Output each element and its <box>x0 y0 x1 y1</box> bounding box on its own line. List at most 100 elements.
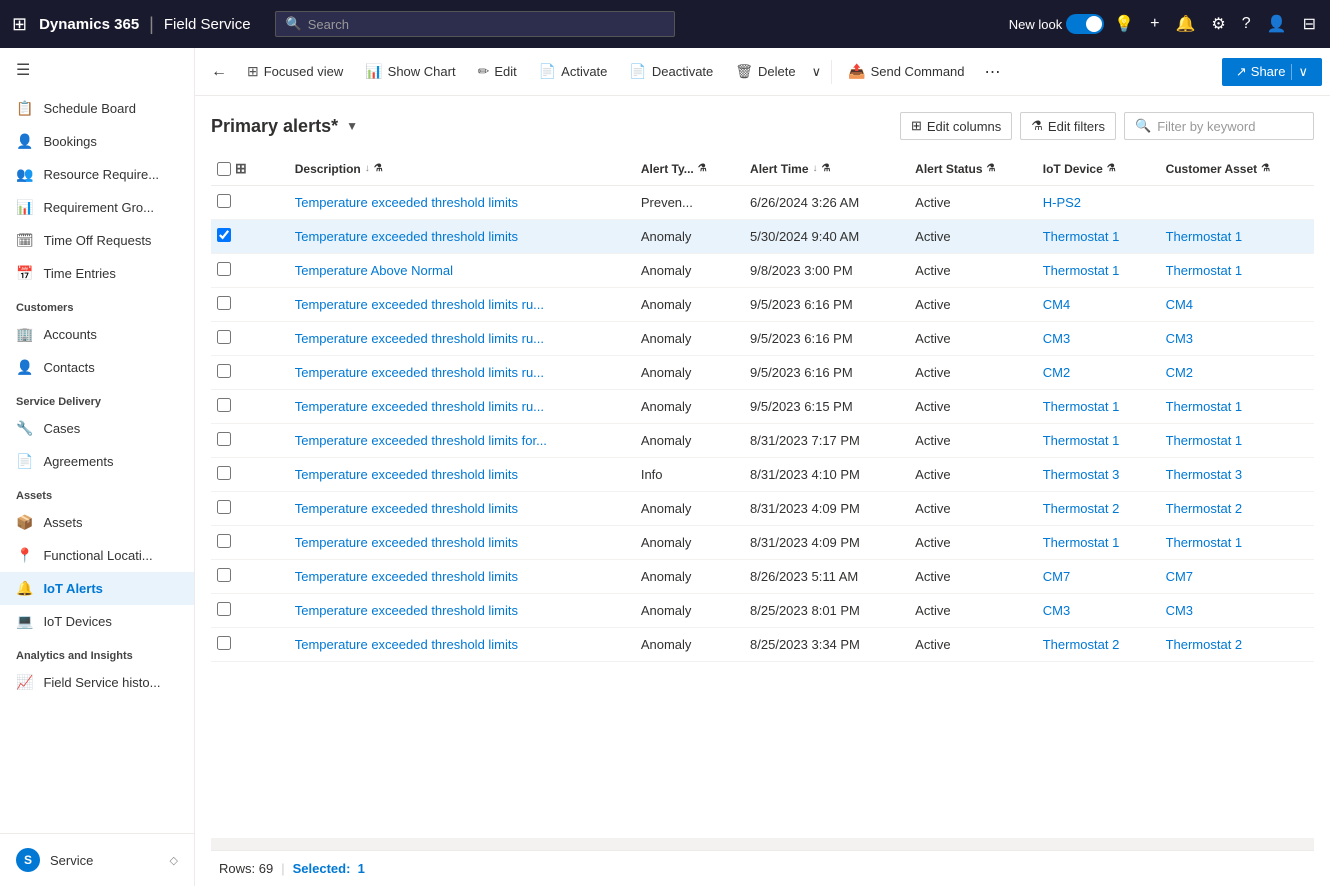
share-dropdown-icon[interactable]: ∨ <box>1298 64 1308 80</box>
row-customer-asset[interactable]: CM4 <box>1156 288 1314 322</box>
row-iot-device[interactable]: H-PS2 <box>1033 186 1156 220</box>
filter-keyword-input[interactable] <box>1157 119 1303 134</box>
row-customer-asset[interactable]: Thermostat 2 <box>1156 492 1314 526</box>
row-description[interactable]: Temperature Above Normal <box>285 254 631 288</box>
row-checkbox-cell[interactable] <box>211 594 253 628</box>
show-chart-button[interactable]: 📊 Show Chart <box>355 57 465 86</box>
row-description[interactable]: Temperature exceeded threshold limits ru… <box>285 356 631 390</box>
row-checkbox[interactable] <box>217 534 231 548</box>
edit-button[interactable]: ✏ Edit <box>468 57 527 86</box>
row-customer-asset[interactable]: Thermostat 3 <box>1156 458 1314 492</box>
row-iot-device[interactable]: CM3 <box>1033 594 1156 628</box>
edit-columns-button[interactable]: ⊞ Edit columns <box>900 112 1012 140</box>
row-customer-asset[interactable]: CM3 <box>1156 322 1314 356</box>
row-checkbox[interactable] <box>217 636 231 650</box>
row-customer-asset[interactable]: Thermostat 1 <box>1156 526 1314 560</box>
row-description[interactable]: Temperature exceeded threshold limits ru… <box>285 322 631 356</box>
row-iot-device[interactable]: Thermostat 1 <box>1033 254 1156 288</box>
activate-button[interactable]: 📄 Activate <box>529 57 618 86</box>
row-iot-device[interactable]: Thermostat 1 <box>1033 526 1156 560</box>
row-iot-device[interactable]: Thermostat 3 <box>1033 458 1156 492</box>
sidebar-item-cases[interactable]: 🔧 Cases <box>0 412 194 445</box>
row-description[interactable]: Temperature exceeded threshold limits <box>285 628 631 662</box>
row-checkbox[interactable] <box>217 432 231 446</box>
row-checkbox[interactable] <box>217 500 231 514</box>
sidebar-item-requirement-gro[interactable]: 📊 Requirement Gro... <box>0 191 194 224</box>
search-input[interactable] <box>308 17 664 32</box>
row-description[interactable]: Temperature exceeded threshold limits fo… <box>285 424 631 458</box>
row-checkbox-cell[interactable] <box>211 458 253 492</box>
row-checkbox[interactable] <box>217 602 231 616</box>
sidebar-item-time-entries[interactable]: 📅 Time Entries <box>0 257 194 290</box>
row-checkbox-cell[interactable] <box>211 424 253 458</box>
row-checkbox[interactable] <box>217 194 231 208</box>
row-customer-asset[interactable]: Thermostat 1 <box>1156 390 1314 424</box>
row-customer-asset[interactable]: CM2 <box>1156 356 1314 390</box>
new-look-toggle[interactable] <box>1066 14 1104 34</box>
row-checkbox-cell[interactable] <box>211 322 253 356</box>
back-button[interactable]: ← <box>203 57 235 87</box>
sidebar-item-agreements[interactable]: 📄 Agreements <box>0 445 194 478</box>
focused-view-button[interactable]: ⊞ Focused view <box>237 57 353 86</box>
sidebar-item-resource-require[interactable]: 👥 Resource Require... <box>0 158 194 191</box>
row-checkbox-cell[interactable] <box>211 220 253 254</box>
row-description[interactable]: Temperature exceeded threshold limits ru… <box>285 288 631 322</box>
row-checkbox[interactable] <box>217 364 231 378</box>
sidebar-bottom-service[interactable]: S Service ◇ <box>0 840 194 880</box>
user-profile-button[interactable]: 👤 <box>1261 8 1293 40</box>
row-iot-device[interactable]: CM7 <box>1033 560 1156 594</box>
help-button[interactable]: ? <box>1236 9 1257 39</box>
header-select-all[interactable]: ⊞ <box>211 152 253 186</box>
row-checkbox-cell[interactable] <box>211 356 253 390</box>
search-bar[interactable]: 🔍 <box>275 11 675 37</box>
sidebar-item-field-service-histo[interactable]: 📈 Field Service histo... <box>0 666 194 699</box>
deactivate-button[interactable]: 📄 Deactivate <box>619 57 723 86</box>
row-checkbox-cell[interactable] <box>211 186 253 220</box>
horizontal-scrollbar[interactable] <box>211 838 1314 850</box>
notifications-button[interactable]: 🔔 <box>1170 8 1202 40</box>
header-alert-type[interactable]: Alert Ty... ⚗ <box>631 152 740 186</box>
delete-button[interactable]: 🗑 Delete <box>725 57 805 86</box>
ellipsis-button[interactable]: ⋯ <box>977 56 1009 88</box>
header-iot-device[interactable]: IoT Device ⚗ <box>1033 152 1156 186</box>
row-checkbox[interactable] <box>217 466 231 480</box>
row-checkbox[interactable] <box>217 262 231 276</box>
sidebar-item-contacts[interactable]: 👤 Contacts <box>0 351 194 384</box>
filter-input-wrapper[interactable]: 🔍 <box>1124 112 1314 140</box>
waffle-icon[interactable]: ⊞ <box>8 10 31 39</box>
row-iot-device[interactable]: CM2 <box>1033 356 1156 390</box>
row-checkbox-cell[interactable] <box>211 254 253 288</box>
row-description[interactable]: Temperature exceeded threshold limits <box>285 220 631 254</box>
row-description[interactable]: Temperature exceeded threshold limits <box>285 458 631 492</box>
row-customer-asset[interactable]: Thermostat 1 <box>1156 254 1314 288</box>
row-customer-asset[interactable]: CM3 <box>1156 594 1314 628</box>
row-description[interactable]: Temperature exceeded threshold limits <box>285 560 631 594</box>
row-checkbox[interactable] <box>217 568 231 582</box>
row-iot-device[interactable]: CM4 <box>1033 288 1156 322</box>
row-iot-device[interactable]: Thermostat 1 <box>1033 390 1156 424</box>
header-alert-status[interactable]: Alert Status ⚗ <box>905 152 1033 186</box>
row-checkbox-cell[interactable] <box>211 288 253 322</box>
sidebar-item-assets[interactable]: 📦 Assets <box>0 506 194 539</box>
row-customer-asset[interactable]: Thermostat 2 <box>1156 628 1314 662</box>
row-checkbox[interactable] <box>217 330 231 344</box>
row-checkbox-cell[interactable] <box>211 560 253 594</box>
row-checkbox-cell[interactable] <box>211 628 253 662</box>
sidebar-item-functional-locati[interactable]: 📍 Functional Locati... <box>0 539 194 572</box>
more-dropdown-button[interactable]: ∨ <box>808 58 826 86</box>
apps-button[interactable]: ⊟ <box>1297 8 1322 40</box>
settings-button[interactable]: ⚙ <box>1205 8 1231 40</box>
row-customer-asset[interactable]: CM7 <box>1156 560 1314 594</box>
sidebar-item-accounts[interactable]: 🏢 Accounts <box>0 318 194 351</box>
row-customer-asset[interactable]: Thermostat 1 <box>1156 220 1314 254</box>
row-iot-device[interactable]: Thermostat 1 <box>1033 424 1156 458</box>
row-description[interactable]: Temperature exceeded threshold limits <box>285 594 631 628</box>
row-iot-device[interactable]: Thermostat 2 <box>1033 628 1156 662</box>
edit-filters-button[interactable]: ⚗ Edit filters <box>1020 112 1116 140</box>
row-iot-device[interactable]: Thermostat 2 <box>1033 492 1156 526</box>
sidebar-item-bookings[interactable]: 👤 Bookings <box>0 125 194 158</box>
share-button[interactable]: ↗ Share ∨ <box>1222 58 1322 86</box>
grid-title-chevron-icon[interactable]: ▼ <box>346 119 358 133</box>
row-checkbox-cell[interactable] <box>211 526 253 560</box>
row-description[interactable]: Temperature exceeded threshold limits <box>285 526 631 560</box>
